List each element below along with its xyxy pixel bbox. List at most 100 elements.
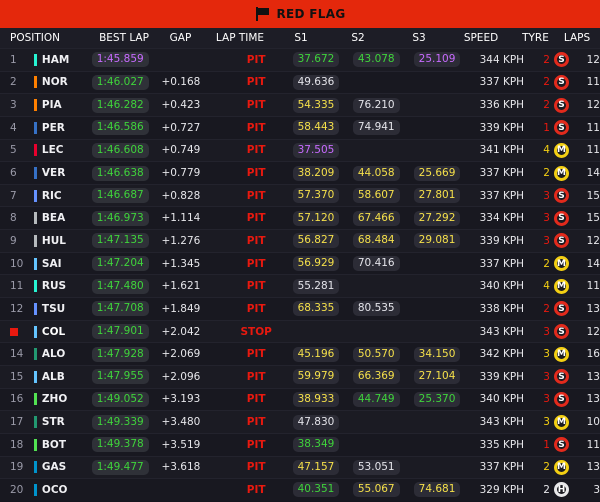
- driver-code: HUL: [41, 234, 66, 247]
- lap-status: PIT: [246, 99, 266, 112]
- sector-2-time: 58.607: [352, 188, 400, 204]
- table-row[interactable]: 11 RUS 1:47.480 +1.621 PIT 55.281 340 KP…: [0, 274, 600, 298]
- sector-2-time: 44.749: [352, 391, 400, 407]
- table-row[interactable]: 1 HAM 1:45.859 PIT 37.672 43.078 25.109 …: [0, 48, 600, 71]
- team-color-bar: [33, 302, 37, 315]
- lap-status: PIT: [246, 144, 266, 157]
- team-color-bar: [33, 144, 37, 157]
- tyre-stint-count: 3: [543, 212, 550, 225]
- table-row[interactable]: 2 NOR 1:46.027 +0.168 PIT 49.636 337 KPH…: [0, 70, 600, 94]
- tyre-compound-icon: S: [553, 120, 569, 136]
- table-row[interactable]: 12 TSU 1:47.708 +1.849 PIT 68.335 80.535…: [0, 297, 600, 320]
- table-row[interactable]: 5 LEC 1:46.608 +0.749 PIT 37.505 341 KPH…: [0, 138, 600, 162]
- team-color-bar: [33, 325, 37, 338]
- laps-count: 11: [586, 438, 600, 451]
- table-row[interactable]: 9 HUL 1:47.135 +1.276 PIT 56.827 68.484 …: [0, 229, 600, 252]
- lap-status: PIT: [246, 257, 266, 270]
- position-number: 6: [10, 167, 17, 180]
- table-row[interactable]: 3 PIA 1:46.282 +0.423 PIT 54.335 76.210 …: [0, 93, 600, 116]
- sector-1-time: 45.196: [292, 346, 340, 362]
- best-lap-value: 1:47.708: [91, 301, 149, 317]
- lap-status: PIT: [246, 302, 266, 315]
- laps-count: 12: [586, 234, 600, 247]
- lap-status: PIT: [246, 370, 266, 383]
- position-number: 11: [10, 280, 24, 293]
- position-number: 18: [10, 438, 24, 451]
- lap-status: PIT: [246, 416, 266, 429]
- lap-status: PIT: [246, 212, 266, 225]
- lap-status: PIT: [246, 348, 266, 361]
- tyre-compound-icon: S: [553, 324, 569, 339]
- laps-count: 12: [586, 99, 600, 112]
- gap-value: +2.096: [161, 370, 201, 383]
- timing-table-header: POSITION BEST LAP GAP LAP TIME S1 S2 S3 …: [0, 28, 600, 48]
- driver-code: ZHO: [41, 393, 68, 406]
- gap-value: +1.345: [161, 257, 201, 270]
- speed-value: 337 KPH: [479, 189, 525, 202]
- table-row[interactable]: 10 SAI 1:47.204 +1.345 PIT 56.929 70.416…: [0, 251, 600, 275]
- gap-value: +1.849: [161, 302, 201, 315]
- tyre-stint-count: 3: [543, 325, 550, 338]
- sector-2-time: 76.210: [352, 97, 400, 113]
- team-color-bar: [33, 438, 37, 451]
- driver-code: BEA: [41, 212, 66, 225]
- table-row[interactable]: 18 BOT 1:49.378 +3.519 PIT 38.349 335 KP…: [0, 432, 600, 456]
- sector-3-time: 27.292: [413, 210, 461, 226]
- speed-value: 339 KPH: [479, 234, 525, 247]
- sector-2-time: 44.058: [352, 165, 400, 181]
- best-lap-value: 1:47.928: [91, 346, 149, 362]
- laps-count: 16: [586, 348, 600, 361]
- speed-value: 338 KPH: [479, 302, 525, 315]
- tyre-compound-icon: S: [553, 52, 569, 68]
- team-color-bar: [33, 99, 37, 112]
- table-row[interactable]: 4 PER 1:46.586 +0.727 PIT 58.443 74.941 …: [0, 115, 600, 139]
- table-row[interactable]: COL 1:47.901 +2.042 STOP 343 KPH 3 S 12: [0, 319, 600, 343]
- laps-count: 13: [586, 302, 600, 315]
- header-laps: LAPS: [563, 32, 591, 44]
- sector-3-time: 25.669: [413, 165, 461, 181]
- gap-value: +3.519: [161, 438, 201, 451]
- sector-2-time: 70.416: [352, 256, 400, 272]
- tyre-compound-icon: M: [553, 278, 569, 294]
- table-row[interactable]: 16 ZHO 1:49.052 +3.193 PIT 38.933 44.749…: [0, 387, 600, 411]
- lap-status: PIT: [246, 167, 266, 180]
- speed-value: 339 KPH: [479, 370, 525, 383]
- position-number: 5: [10, 144, 17, 157]
- driver-code: RUS: [41, 280, 67, 293]
- gap-value: +0.828: [161, 189, 201, 202]
- header-s1: S1: [294, 32, 308, 44]
- table-row[interactable]: 15 ALB 1:47.955 +2.096 PIT 59.979 66.369…: [0, 364, 600, 388]
- tyre-compound-icon: M: [553, 459, 569, 475]
- best-lap-value: 1:49.477: [91, 459, 149, 475]
- speed-value: 335 KPH: [479, 438, 525, 451]
- best-lap-value: 1:46.973: [91, 210, 149, 226]
- tyre-stint-count: 2: [543, 257, 550, 270]
- lap-status: PIT: [246, 189, 266, 202]
- table-row[interactable]: 14 ALO 1:47.928 +2.069 PIT 45.196 50.570…: [0, 342, 600, 365]
- team-color-bar: [33, 212, 37, 225]
- table-row[interactable]: 17 STR 1:49.339 +3.480 PIT 47.830 343 KP…: [0, 410, 600, 433]
- best-lap-value: 1:46.282: [91, 97, 149, 113]
- position-number: 14: [10, 348, 24, 361]
- best-lap-value: 1:46.687: [91, 188, 149, 204]
- lap-status: PIT: [246, 280, 266, 293]
- sector-2-time: 67.466: [352, 210, 400, 226]
- table-row[interactable]: 8 BEA 1:46.973 +1.114 PIT 57.120 67.466 …: [0, 206, 600, 230]
- speed-value: 340 KPH: [479, 280, 525, 293]
- laps-count: 12: [586, 325, 600, 338]
- table-row[interactable]: 19 GAS 1:49.477 +3.618 PIT 47.157 53.051…: [0, 455, 600, 479]
- best-lap-value: 1:46.027: [91, 74, 149, 90]
- sector-1-time: 37.672: [292, 52, 340, 68]
- tyre-compound-icon: S: [553, 188, 569, 204]
- sector-3-time: 27.801: [413, 188, 461, 204]
- lap-status: PIT: [246, 234, 266, 247]
- table-row[interactable]: 7 RIC 1:46.687 +0.828 PIT 57.370 58.607 …: [0, 183, 600, 207]
- position-number: 10: [10, 257, 24, 270]
- table-row[interactable]: 6 VER 1:46.638 +0.779 PIT 38.209 44.058 …: [0, 161, 600, 184]
- sector-1-time: 37.505: [292, 142, 340, 158]
- banner-title: RED FLAG: [276, 7, 346, 21]
- sector-2-time: 53.051: [352, 459, 400, 475]
- table-row[interactable]: 20 OCO PIT 40.351 55.067 74.681 329 KPH …: [0, 478, 600, 501]
- sector-3-time: 25.370: [413, 391, 461, 407]
- position-number: 12: [10, 302, 24, 315]
